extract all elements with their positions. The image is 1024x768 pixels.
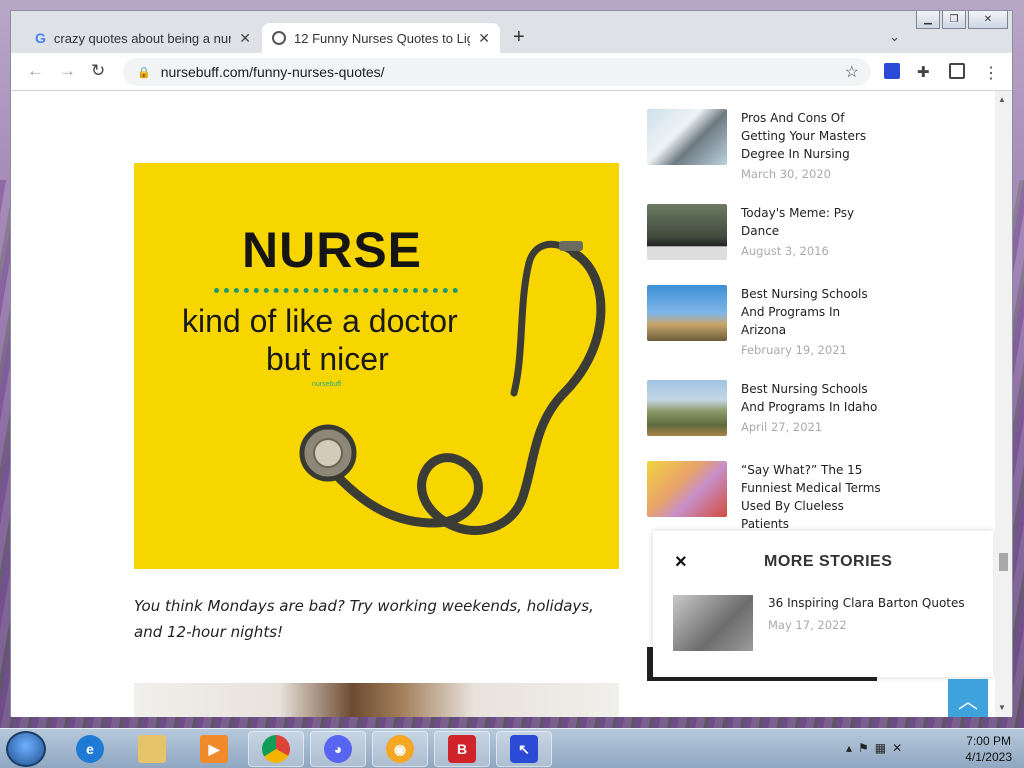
tab-article[interactable]: 12 Funny Nurses Quotes to Light ✕ (262, 23, 500, 53)
taskbar-vpn[interactable]: ◉ (372, 731, 428, 767)
post-thumbnail[interactable] (647, 461, 727, 517)
close-tab-icon[interactable]: ✕ (478, 30, 490, 47)
post-date: April 27, 2021 (741, 420, 823, 434)
internet-explorer-icon: e (76, 735, 104, 763)
vpn-lock-icon: ◉ (386, 735, 414, 763)
clock-time: 7:00 PM (966, 734, 1011, 748)
bitdefender-icon: B (448, 735, 476, 763)
menu-kebab-icon[interactable]: ⋮ (983, 63, 999, 82)
post-thumbnail[interactable] (647, 204, 727, 260)
side-panel-icon[interactable] (949, 63, 965, 79)
scroll-down-arrow-icon[interactable]: ▼ (998, 703, 1006, 712)
post-thumbnail[interactable] (647, 285, 727, 341)
more-stories-heading: MORE STORIES (764, 553, 893, 570)
media-player-icon: ▶ (200, 735, 228, 763)
page-scrollbar[interactable]: ▲ ▼ (995, 91, 1012, 717)
taskbar-media[interactable]: ▶ (186, 731, 242, 767)
close-icon[interactable]: × (675, 551, 687, 574)
close-tab-icon[interactable]: ✕ (239, 30, 251, 47)
post-date: August 3, 2016 (741, 244, 829, 258)
article-second-image (134, 683, 619, 717)
post-title[interactable]: Best Nursing Schools And Programs In Ari… (741, 285, 881, 339)
volume-muted-icon[interactable]: ✕ (892, 741, 908, 755)
hero-line-2: but nicer (266, 341, 389, 377)
dotted-divider (214, 288, 458, 293)
chrome-icon (262, 735, 290, 763)
post-title[interactable]: Best Nursing Schools And Programs In Ida… (741, 380, 881, 416)
post-title[interactable]: Today's Meme: Psy Dance (741, 204, 881, 240)
system-tray-icons[interactable]: ▴⚑▦✕ (846, 741, 908, 755)
address-bar[interactable]: 🔒 nursebuff.com/funny-nurses-quotes/ ☆ (123, 58, 871, 86)
browser-window: ▁ ❐ ✕ G crazy quotes about being a nurse… (10, 10, 1013, 717)
taskbar-ie[interactable]: e (62, 731, 118, 767)
post-thumbnail[interactable] (647, 380, 727, 436)
google-icon: G (35, 30, 46, 46)
network-icon[interactable]: ▦ (875, 741, 892, 755)
tab-search[interactable]: G crazy quotes about being a nurse ✕ (25, 23, 261, 53)
tab-strip: G crazy quotes about being a nurse ✕ 12 … (11, 23, 1012, 53)
tab-search-chevron-icon[interactable]: ⌄ (889, 29, 900, 45)
story-date: May 17, 2022 (768, 618, 847, 632)
post-date: February 19, 2021 (741, 343, 847, 357)
forward-arrow-icon[interactable]: → (59, 61, 76, 81)
post-title[interactable]: “Say What?” The 15 Funniest Medical Term… (741, 461, 881, 533)
bookmark-star-icon[interactable]: ☆ (845, 62, 859, 82)
new-tab-button[interactable]: + (513, 26, 525, 49)
post-thumbnail[interactable] (647, 109, 727, 165)
hero-line-1: kind of like a doctor (182, 303, 458, 339)
browser-toolbar: ← → ↻ 🔒 nursebuff.com/funny-nurses-quote… (11, 53, 1012, 91)
more-stories-popup: × MORE STORIES 36 Inspiring Clara Barton… (653, 531, 993, 677)
story-thumbnail[interactable] (673, 595, 753, 651)
lock-icon: 🔒 (137, 66, 151, 79)
flag-icon[interactable]: ⚑ (858, 741, 875, 755)
taskbar-discord[interactable]: ◕ (310, 731, 366, 767)
scroll-up-arrow-icon[interactable]: ▲ (998, 95, 1006, 104)
scroll-thumb[interactable] (999, 553, 1008, 571)
post-title[interactable]: Pros And Cons Of Getting Your Masters De… (741, 109, 881, 163)
extension-cursor-icon[interactable] (884, 63, 900, 79)
tab-title: 12 Funny Nurses Quotes to Light (294, 30, 471, 46)
story-title[interactable]: 36 Inspiring Clara Barton Quotes (768, 596, 965, 610)
taskbar-bitdefender[interactable]: B (434, 731, 490, 767)
page-viewport: NURSE kind of like a doctor but nicer nu… (11, 91, 996, 717)
taskbar-chrome[interactable] (248, 731, 304, 767)
clock-date: 4/1/2023 (965, 750, 1012, 764)
post-date: March 30, 2020 (741, 167, 831, 181)
hero-brand-watermark: nursebuff (312, 381, 342, 388)
extensions-puzzle-icon[interactable]: ✚ (917, 63, 933, 81)
globe-icon (272, 31, 286, 45)
taskbar-cursor-app[interactable]: ↖ (496, 731, 552, 767)
cursor-app-icon: ↖ (510, 735, 538, 763)
widget-border-bottom (647, 677, 877, 681)
start-button[interactable] (6, 731, 46, 767)
discord-icon: ◕ (324, 735, 352, 763)
url-text: nursebuff.com/funny-nurses-quotes/ (160, 64, 385, 80)
taskbar-explorer[interactable] (124, 731, 180, 767)
back-to-top-button[interactable]: ︿ (948, 679, 988, 717)
article-caption: You think Mondays are bad? Try working w… (134, 597, 594, 641)
show-hidden-icons-chevron-icon[interactable]: ▴ (846, 741, 858, 755)
chevron-up-icon: ︿ (958, 690, 978, 713)
reload-icon[interactable]: ↻ (91, 61, 105, 81)
windows-taskbar: e ▶ ◕ ◉ B ↖ ▴⚑▦✕ 7:00 PM 4/1/2023 (0, 728, 1024, 768)
clock[interactable]: 7:00 PM 4/1/2023 (965, 733, 1012, 765)
back-arrow-icon[interactable]: ← (27, 61, 44, 81)
tab-title: crazy quotes about being a nurse (53, 30, 232, 46)
hero-headline: NURSE (242, 222, 423, 278)
folder-icon (138, 735, 166, 763)
hero-image: NURSE kind of like a doctor but nicer nu… (134, 163, 619, 569)
